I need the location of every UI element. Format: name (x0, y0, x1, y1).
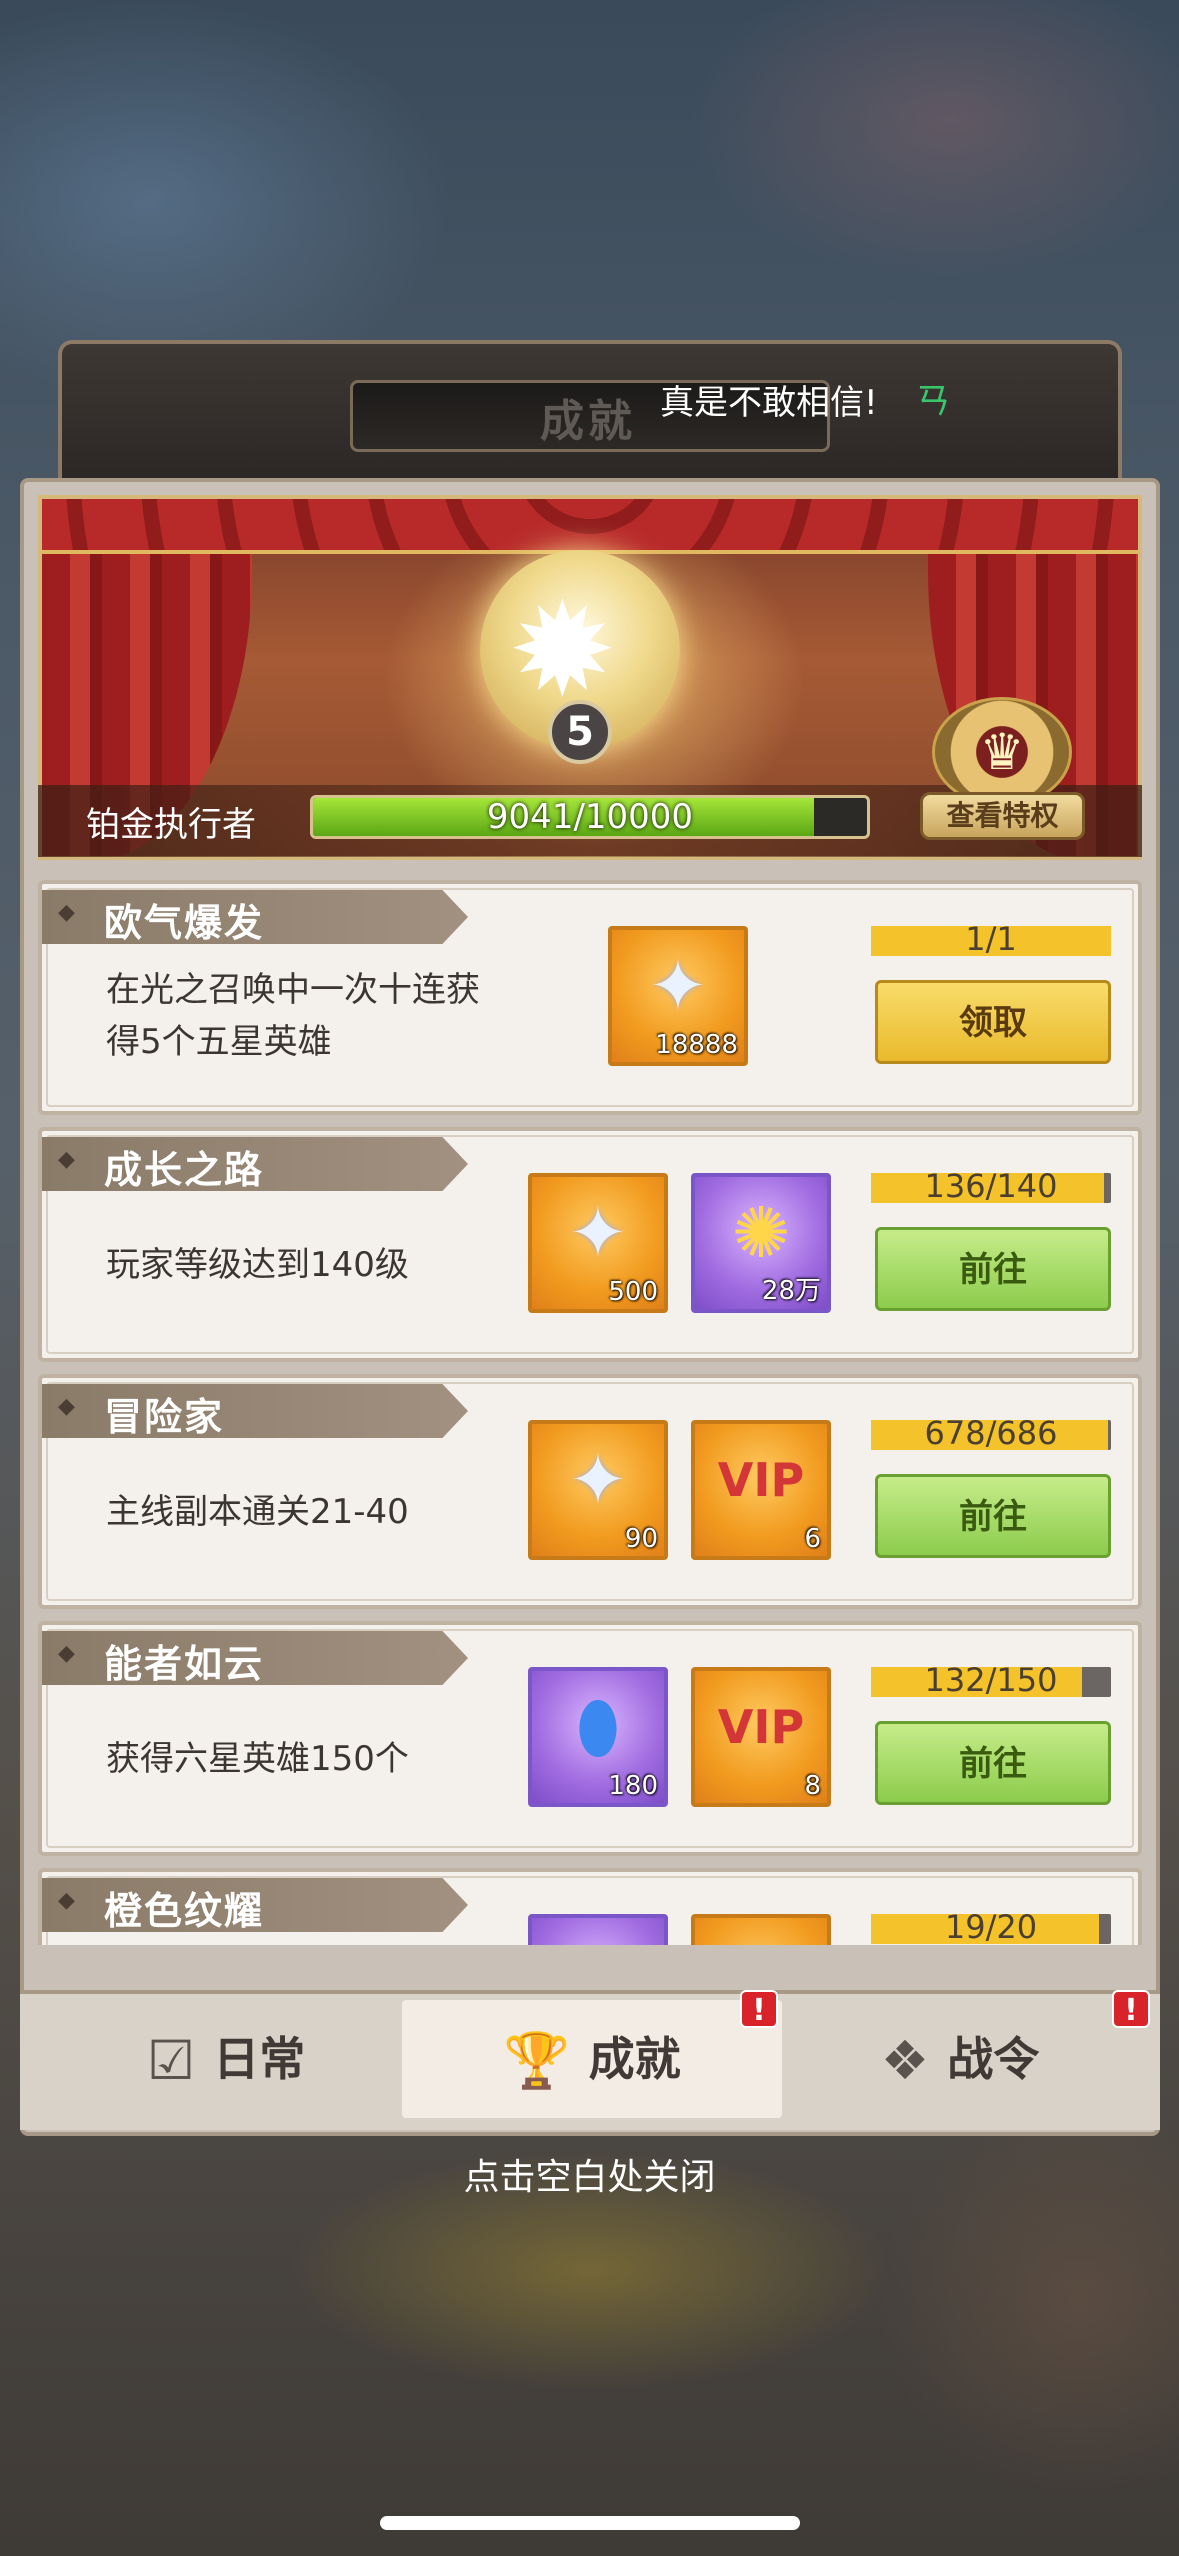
rank-medal: ✹ 5 (450, 540, 730, 780)
xp-progress-text: 9041/10000 (486, 797, 694, 837)
reward-quantity: 28万 (761, 1276, 821, 1306)
tag-diamond-icon: ◆ (58, 1888, 75, 1913)
tag-diamond-icon: ◆ (58, 1394, 75, 1419)
gold-coin-icon: ✺ (731, 1192, 791, 1274)
vip-badge-icon: VIP (717, 1453, 805, 1507)
reward-item[interactable]: ✧ (528, 1914, 668, 1945)
go-button[interactable]: 前往 (875, 1474, 1111, 1558)
reward-item[interactable]: ✦ 500 (528, 1173, 668, 1313)
achievement-list[interactable]: ◆ 欧气爆发 在光之召唤中一次十连获得5个五星英雄 ✦ 18888 1/1 领取 ◆ 成长之路玩… (38, 880, 1142, 1945)
tab-battle-pass-label: 战令 (947, 2032, 1040, 2086)
tab-achievement-label: 成就 (588, 2032, 681, 2086)
achievement-progress-text: 678/686 (924, 1414, 1058, 1452)
achievement-card: ◆ 橙色纹耀 ✧ ✧ 19/20 (38, 1868, 1142, 1945)
achievement-card: ◆ 能者如云获得六星英雄150个 ⬮ 180 VIP 8 132/150 前往 (38, 1621, 1142, 1856)
page-title: 成就 (540, 396, 636, 447)
diamond-icon: ✦ (648, 945, 708, 1027)
achievement-title: 橙色纹耀 (104, 1889, 265, 1933)
blue-crystal-icon: ⬮ (576, 1686, 620, 1768)
tab-achievement[interactable]: 🏆 成就 (402, 2000, 782, 2118)
vip-badge-icon: VIP (717, 1700, 805, 1754)
achievement-alert-badge: ! (740, 1990, 778, 2028)
reward-item[interactable]: ✧ (691, 1914, 831, 1945)
battle-pass-icon: ❖ (880, 2029, 930, 2092)
reward-item[interactable]: ✺ 28万 (691, 1173, 831, 1313)
reward-icon: ✧ (532, 1934, 664, 1945)
claim-button[interactable]: 领取 (875, 980, 1111, 1064)
tab-battle-pass[interactable]: ❖ 战令 (770, 2000, 1150, 2118)
privilege-crest-icon[interactable]: ♛ (932, 697, 1072, 807)
medal-level: 5 (548, 700, 612, 764)
achievement-progress-text: 132/150 (924, 1661, 1058, 1699)
toast-emoji-icon: ㄢ (915, 381, 952, 422)
rank-name: 铂金执行者 (86, 805, 256, 845)
trophy-icon: 🏆 (503, 2029, 571, 2092)
close-hint: 点击空白处关闭 (463, 2157, 716, 2198)
achievement-description: 主线副本通关21-40 (106, 1492, 409, 1532)
achievement-progress-text: 19/20 (944, 1908, 1038, 1945)
reward-item[interactable]: VIP 6 (691, 1420, 831, 1560)
achievement-progress-text: 1/1 (965, 920, 1017, 958)
tag-diamond-icon: ◆ (58, 900, 75, 925)
diamond-icon: ✦ (568, 1192, 628, 1274)
achievement-description: 在光之召唤中一次十连获得5个五星英雄 (106, 970, 480, 1062)
achievement-progress-text: 136/140 (924, 1167, 1058, 1205)
reward-item[interactable]: ⬮ 180 (528, 1667, 668, 1807)
achievement-title: 欧气爆发 (104, 901, 265, 945)
reward-icon: ✧ (695, 1934, 827, 1945)
home-indicator[interactable] (380, 2516, 800, 2530)
tab-daily-label: 日常 (213, 2032, 306, 2086)
reward-quantity: 180 (608, 1771, 658, 1801)
reward-quantity: 6 (804, 1524, 821, 1554)
reward-quantity: 90 (624, 1524, 658, 1554)
reward-quantity: 8 (804, 1771, 821, 1801)
reward-quantity: 500 (608, 1277, 658, 1307)
achievement-card: ◆ 冒险家主线副本通关21-40 ✦ 90 VIP 6 678/686 前往 (38, 1374, 1142, 1609)
achievement-card: ◆ 欧气爆发在光之召唤中一次十连获得5个五星英雄 ✦ 18888 1/1 领取 (38, 880, 1142, 1115)
achievement-title: 冒险家 (104, 1395, 225, 1439)
achievement-description: 玩家等级达到140级 (106, 1245, 409, 1285)
tag-diamond-icon: ◆ (58, 1147, 75, 1172)
reward-item[interactable]: ✦ 90 (528, 1420, 668, 1560)
battle-pass-alert-badge: ! (1112, 1990, 1150, 2028)
go-button[interactable]: 前往 (875, 1227, 1111, 1311)
medal-emblem-icon: ✹ (508, 574, 617, 726)
reward-quantity: 18888 (655, 1030, 738, 1060)
achievement-title: 能者如云 (104, 1642, 265, 1686)
tag-diamond-icon: ◆ (58, 1641, 75, 1666)
checklist-icon: ☑ (146, 2029, 196, 2092)
view-privilege-button[interactable]: 查看特权 (920, 792, 1085, 840)
reward-item[interactable]: VIP 8 (691, 1667, 831, 1807)
achievement-card: ◆ 成长之路 玩家等级达到140级 ✦ 500 ✺ 28万 136/140 前往 (38, 1127, 1142, 1362)
go-button[interactable]: 前往 (875, 1721, 1111, 1805)
achievement-description: 获得六星英雄150个 (106, 1739, 409, 1779)
achievement-title: 成长之路 (104, 1148, 265, 1192)
toast-message: 真是不敢相信! (660, 383, 878, 423)
reward-item[interactable]: ✦ 18888 (608, 926, 748, 1066)
tab-daily[interactable]: ☑ 日常 (36, 2000, 416, 2118)
diamond-icon: ✦ (568, 1439, 628, 1521)
